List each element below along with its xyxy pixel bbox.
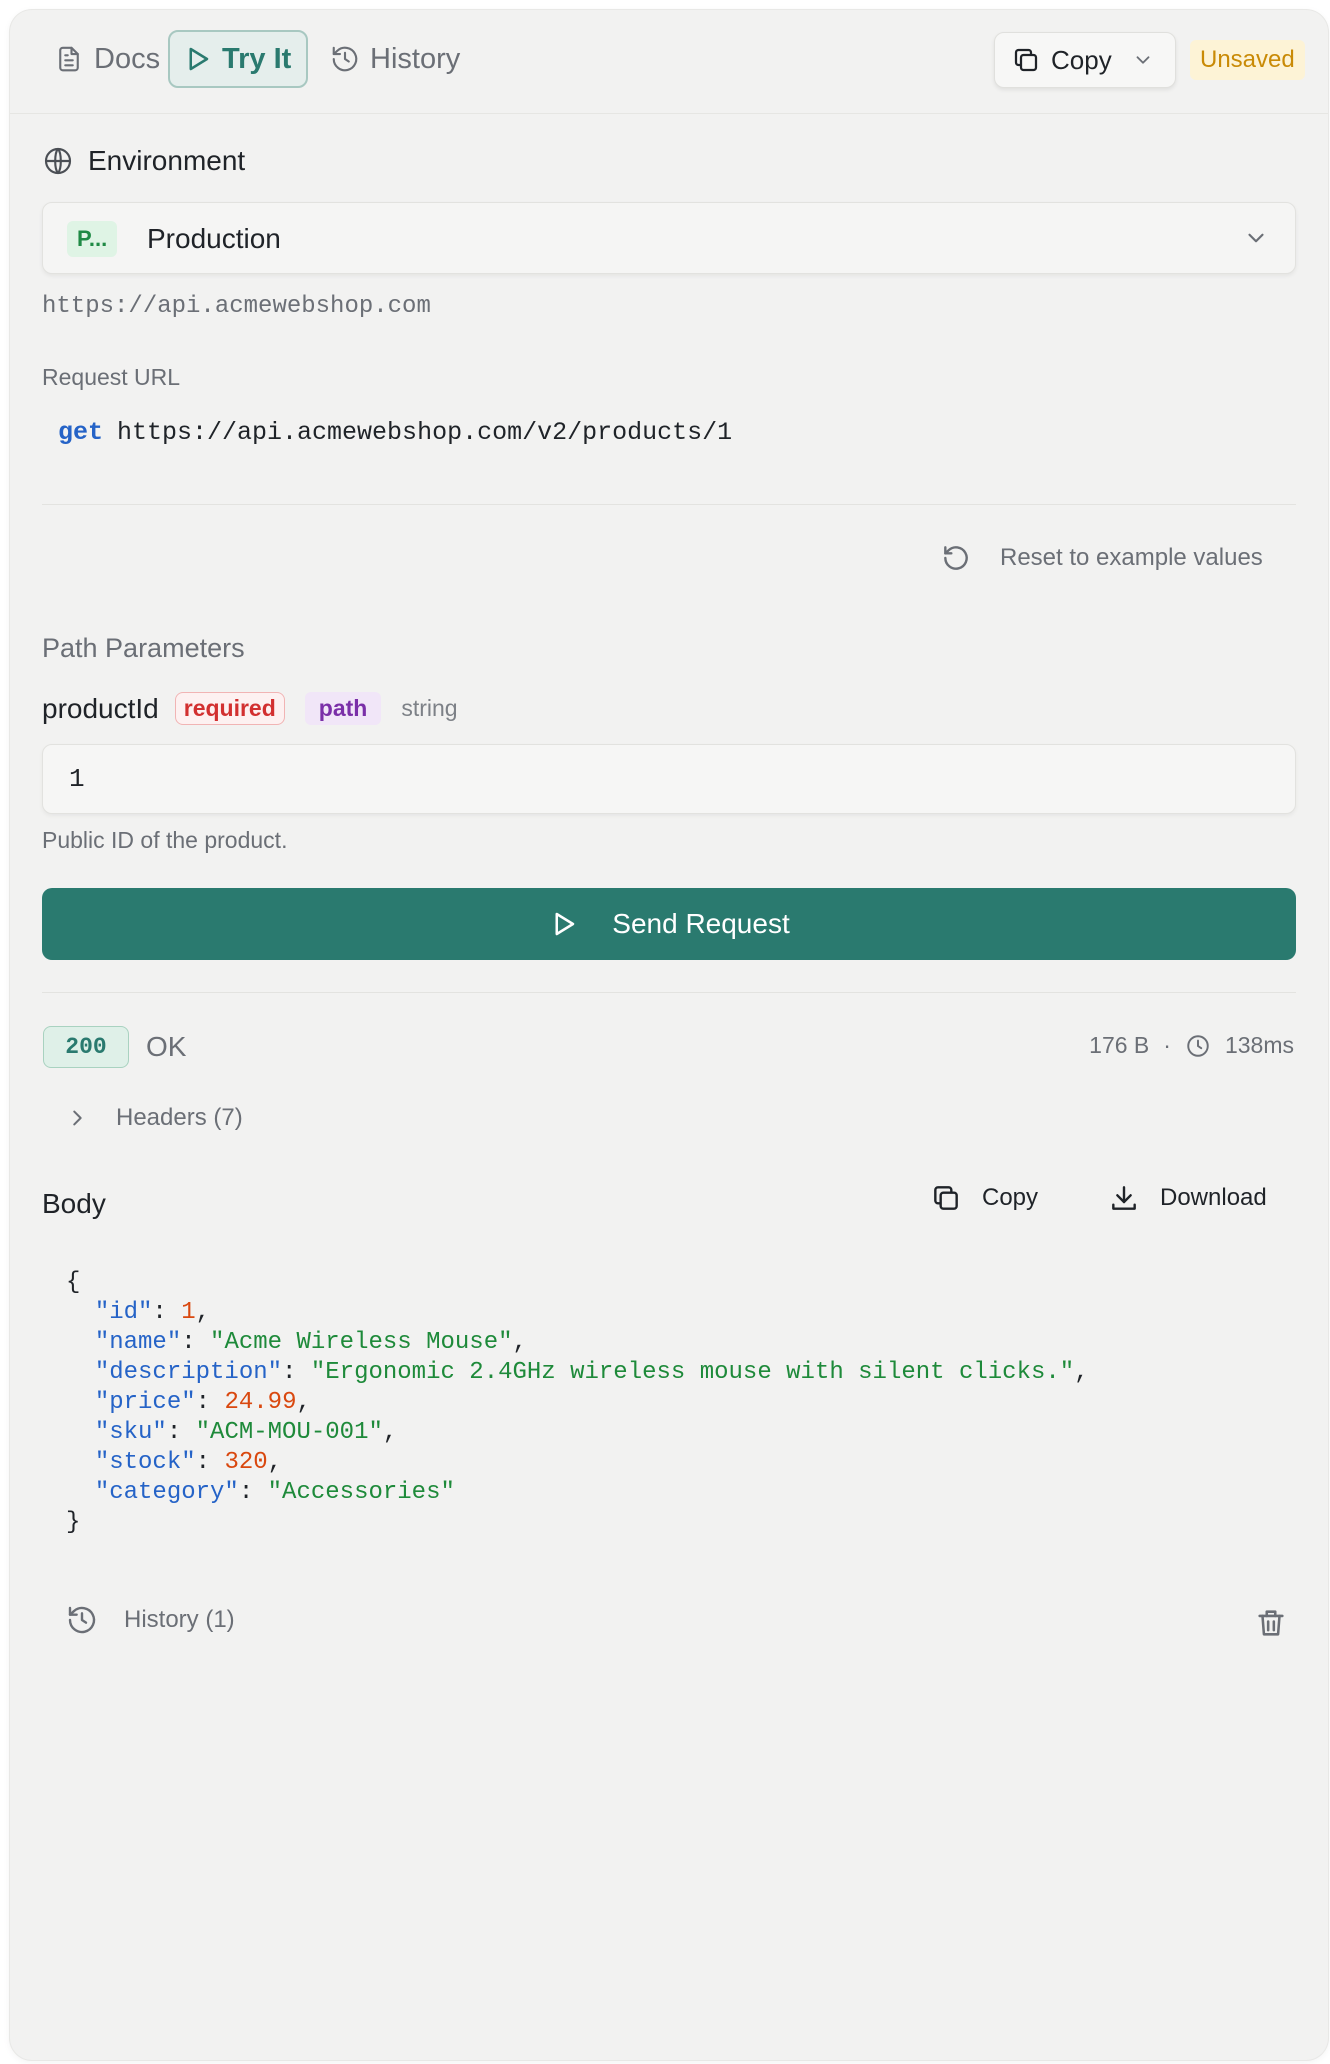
json-line-price: "price": 24.99,	[94, 1389, 311, 1416]
required-badge: required	[174, 692, 285, 725]
tab-history[interactable]: History	[318, 30, 472, 88]
environment-heading: Environment	[42, 145, 245, 177]
headers-toggle[interactable]: Headers (7)	[66, 1104, 243, 1132]
environment-select[interactable]: P... Production	[42, 202, 1296, 274]
request-method: get	[58, 418, 104, 447]
tab-docs-label: Docs	[94, 42, 161, 75]
json-line-category: "category": "Accessories"	[94, 1479, 455, 1506]
param-name: productId	[42, 692, 159, 724]
body-download-label: Download	[1160, 1184, 1267, 1211]
divider	[42, 504, 1296, 505]
json-close-brace: }	[66, 1509, 81, 1536]
environment-base-url: https://api.acmewebshop.com	[42, 293, 431, 320]
productid-input[interactable]: 1	[42, 744, 1296, 814]
response-body-code: { "id": 1, "name": "Acme Wireless Mouse"…	[66, 1268, 1089, 1538]
headers-label: Headers (7)	[116, 1104, 243, 1131]
param-header-productid: productId required path string	[42, 692, 458, 725]
json-open-brace: {	[66, 1269, 81, 1296]
copy-icon	[1014, 48, 1038, 72]
play-icon	[189, 47, 209, 71]
json-line-id: "id": 1,	[94, 1299, 211, 1326]
globe-icon	[44, 147, 72, 175]
request-url: https://api.acmewebshop.com/v2/products/…	[117, 418, 733, 447]
meta-separator: ·	[1163, 1032, 1171, 1058]
environment-title: Environment	[88, 145, 246, 176]
path-parameters-title: Path Parameters	[42, 633, 245, 663]
clock-icon	[1187, 1034, 1209, 1057]
history-section-toggle[interactable]: History (1)	[66, 1604, 235, 1636]
body-download-button[interactable]: Download	[1108, 1182, 1267, 1214]
copy-icon	[934, 1186, 958, 1210]
json-line-description: "description": "Ergonomic 2.4GHz wireles…	[94, 1359, 1089, 1386]
tab-docs[interactable]: Docs	[42, 30, 172, 88]
play-icon	[555, 912, 575, 936]
send-request-label: Send Request	[612, 908, 790, 939]
tab-try-it-label: Try It	[222, 42, 292, 75]
status-code-badge: 200	[43, 1026, 129, 1068]
body-copy-button[interactable]: Copy	[930, 1182, 1038, 1214]
chevron-right-icon	[73, 1110, 82, 1126]
unsaved-badge: Unsaved	[1190, 40, 1305, 80]
divider	[42, 992, 1296, 993]
json-line-stock: "stock": 320,	[94, 1449, 283, 1476]
param-type: string	[401, 695, 458, 721]
chevron-down-icon	[1248, 233, 1264, 243]
environment-chip: P...	[67, 221, 118, 257]
reset-to-example-button[interactable]: Reset to example values	[940, 542, 1263, 574]
response-size: 176 B	[1089, 1032, 1150, 1058]
copy-dropdown-button[interactable]: Copy	[994, 32, 1176, 88]
chevron-down-icon	[1136, 56, 1150, 64]
json-line-name: "name": "Acme Wireless Mouse",	[94, 1329, 527, 1356]
status-text: OK	[146, 1031, 187, 1062]
try-it-panel: Docs Try It History Copy Unsaved Environ…	[10, 10, 1328, 2060]
environment-selected-value: Production	[147, 223, 281, 254]
response-meta: 176 B · 138ms	[1089, 1032, 1294, 1059]
reset-icon	[944, 546, 968, 570]
request-url-label: Request URL	[42, 364, 181, 390]
json-line-sku: "sku": "ACM-MOU-001",	[94, 1419, 398, 1446]
download-icon	[1112, 1186, 1136, 1210]
trash-icon[interactable]	[1254, 1606, 1288, 1640]
history-icon	[332, 46, 358, 72]
request-url-line: get https://api.acmewebshop.com/v2/produc…	[58, 418, 732, 447]
response-time: 138ms	[1224, 1032, 1294, 1058]
history-label: History (1)	[124, 1606, 235, 1633]
copy-label: Copy	[1051, 44, 1112, 75]
document-icon	[59, 46, 79, 72]
top-tab-bar: Docs Try It History Copy Unsaved	[10, 10, 1328, 114]
path-badge: path	[304, 692, 382, 725]
send-request-button[interactable]: Send Request	[42, 888, 1296, 960]
body-title: Body	[42, 1188, 106, 1219]
tab-history-label: History	[370, 42, 461, 75]
param-description: Public ID of the product.	[42, 827, 288, 853]
reset-label: Reset to example values	[1000, 544, 1263, 571]
body-copy-label: Copy	[982, 1184, 1039, 1211]
tab-try-it[interactable]: Try It	[168, 30, 308, 88]
history-icon	[68, 1606, 96, 1634]
